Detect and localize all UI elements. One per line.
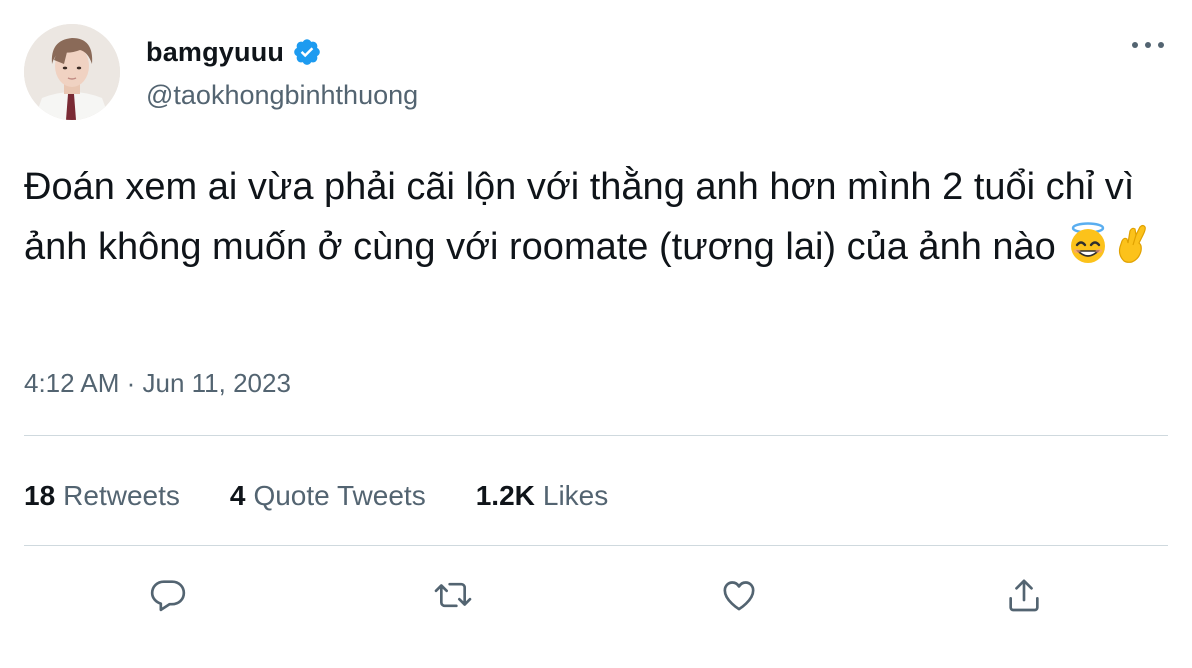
- retweet-icon: [434, 582, 472, 608]
- divider: [24, 435, 1168, 436]
- avatar-image: [24, 24, 120, 120]
- divider: [24, 545, 1168, 546]
- tweet-text-block: Đoán xem ai vừa phải cãi lộn với thằng a…: [24, 157, 1164, 277]
- user-name-row: bamgyuuu: [146, 32, 322, 72]
- crossed-fingers-icon: [1110, 221, 1154, 265]
- smiling-face-with-halo-icon: [1066, 221, 1110, 265]
- heart-icon: [723, 581, 755, 611]
- reply-icon: [150, 580, 186, 612]
- likes-count: 1.2K: [475, 480, 535, 511]
- tweet-actions: [0, 570, 1192, 620]
- more-options-button[interactable]: [1128, 30, 1168, 60]
- more-horizontal-icon: [1132, 42, 1164, 48]
- tweet-stats: 18 Retweets 4 Quote Tweets 1.2K Likes: [24, 476, 658, 516]
- likes-stat[interactable]: 1.2K Likes: [476, 480, 609, 512]
- tweet-card: bamgyuuu @taokhongbinhthuong Đoán xem ai…: [0, 0, 1192, 668]
- tweet-timestamp[interactable]: 4:12 AM · Jun 11, 2023: [24, 368, 291, 399]
- quote-tweets-label: Quote Tweets: [253, 480, 426, 511]
- tweet-text: Đoán xem ai vừa phải cãi lộn với thằng a…: [24, 166, 1135, 268]
- retweets-label: Retweets: [63, 480, 180, 511]
- likes-label: Likes: [542, 480, 609, 511]
- retweets-count: 18: [24, 480, 56, 511]
- like-button[interactable]: [714, 570, 764, 620]
- share-button[interactable]: [999, 570, 1049, 620]
- retweet-button[interactable]: [428, 570, 478, 620]
- quote-tweets-stat[interactable]: 4 Quote Tweets: [230, 480, 426, 512]
- quote-tweets-count: 4: [229, 480, 246, 511]
- retweets-stat[interactable]: 18 Retweets: [24, 480, 180, 512]
- user-handle[interactable]: @taokhongbinhthuong: [146, 80, 418, 111]
- display-name[interactable]: bamgyuuu: [146, 37, 284, 68]
- avatar[interactable]: [24, 24, 120, 120]
- reply-button[interactable]: [143, 570, 193, 620]
- verified-badge-icon: [292, 37, 322, 67]
- share-icon: [1009, 579, 1039, 612]
